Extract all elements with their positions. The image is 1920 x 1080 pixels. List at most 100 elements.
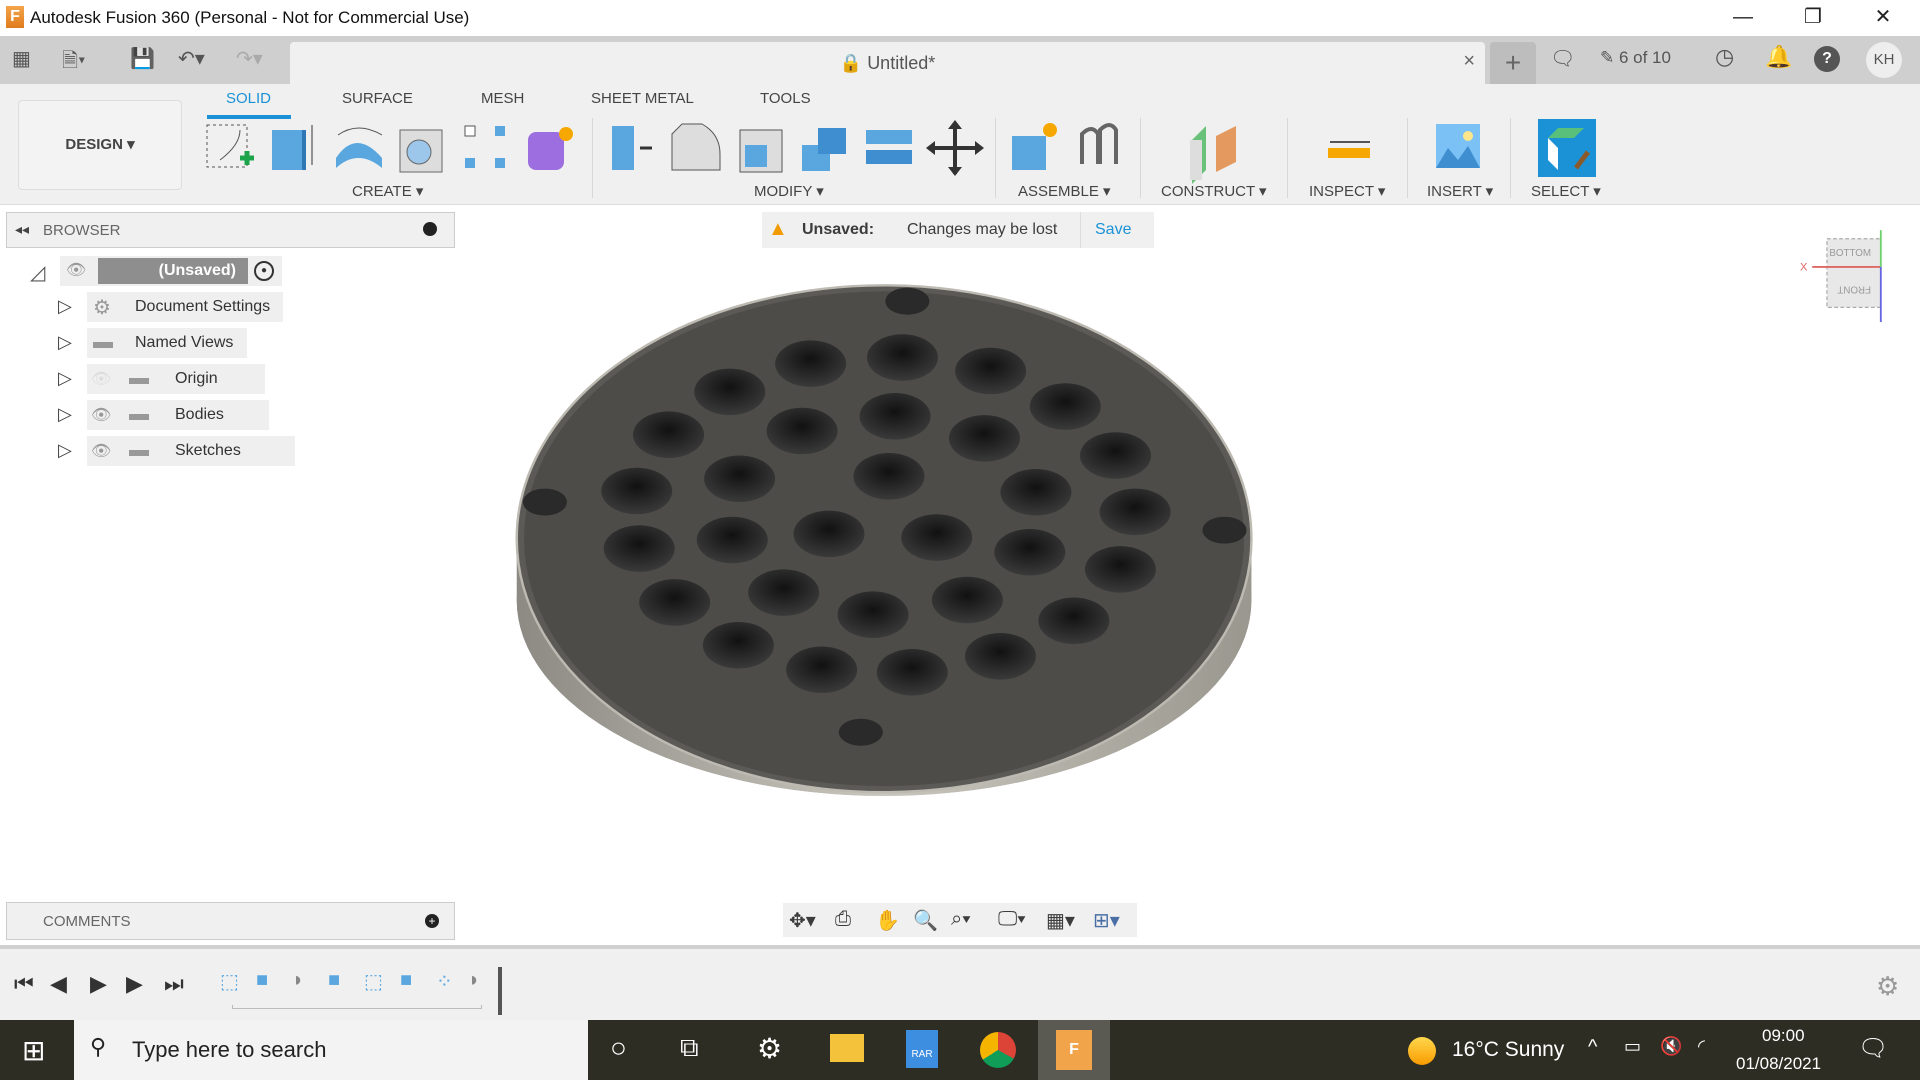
eye-icon[interactable]: 👁 bbox=[91, 441, 111, 461]
browser-item[interactable]: 👁 ▬ Sketches bbox=[87, 436, 295, 466]
create-menu[interactable]: CREATE ▾ bbox=[352, 182, 423, 200]
insert-image-icon[interactable] bbox=[1436, 124, 1480, 168]
pan-icon[interactable]: ✋ bbox=[875, 908, 900, 933]
assemble-menu[interactable]: ASSEMBLE ▾ bbox=[1018, 182, 1111, 200]
play-icon[interactable]: ▶ bbox=[90, 971, 107, 997]
create-form-icon[interactable] bbox=[528, 127, 573, 170]
revolve-icon[interactable] bbox=[336, 127, 383, 168]
viewports-icon[interactable]: ⊞▾ bbox=[1093, 908, 1120, 933]
winrar-icon[interactable]: RAR bbox=[906, 1030, 938, 1068]
orbit-icon[interactable]: ✥▾ bbox=[789, 908, 816, 933]
offset-face-icon[interactable] bbox=[866, 130, 912, 164]
fusion-taskbar-item[interactable]: F bbox=[1038, 1020, 1110, 1080]
comments-panel[interactable]: COMMENTS + bbox=[6, 902, 455, 940]
minimize-panel-icon[interactable] bbox=[423, 222, 437, 236]
combine-icon[interactable] bbox=[802, 128, 846, 171]
sketch-feature-icon[interactable]: ⬚ bbox=[220, 969, 239, 994]
shell-icon[interactable] bbox=[739, 129, 783, 173]
expand-icon[interactable]: ▷ bbox=[58, 440, 72, 461]
x-axis-label: X bbox=[1800, 262, 1808, 274]
expand-icon[interactable]: ▷ bbox=[58, 332, 72, 353]
gear-icon: ⚙ bbox=[93, 297, 111, 319]
fillet-feature-icon[interactable]: ◗ bbox=[468, 969, 480, 992]
collapse-browser-icon[interactable]: ◂◂ bbox=[15, 221, 29, 238]
construct-menu[interactable]: CONSTRUCT ▾ bbox=[1161, 182, 1267, 200]
pattern-feature-icon[interactable]: ⁘ bbox=[436, 969, 453, 994]
joint-icon[interactable] bbox=[1080, 123, 1118, 164]
add-comment-icon[interactable]: + bbox=[425, 914, 439, 928]
settings-icon[interactable]: ⚙ bbox=[757, 1032, 782, 1065]
extrude-feature-icon[interactable]: ■ bbox=[400, 969, 412, 992]
eye-icon[interactable]: 👁 bbox=[66, 260, 86, 280]
extrude-feature-icon[interactable]: ■ bbox=[328, 969, 340, 992]
browser-title: BROWSER bbox=[43, 222, 121, 239]
mounting-notch bbox=[522, 488, 567, 516]
hole-icon[interactable] bbox=[399, 129, 443, 173]
extrude-icon[interactable] bbox=[272, 125, 313, 170]
step-forward-icon[interactable]: ▶ bbox=[126, 971, 143, 997]
browser-item[interactable]: ▬ Named Views bbox=[87, 328, 247, 358]
expand-icon[interactable]: ▷ bbox=[58, 404, 72, 425]
cortana-icon[interactable]: ○ bbox=[610, 1032, 627, 1064]
zoom-icon[interactable]: 🔍 bbox=[913, 908, 938, 933]
clock-date[interactable]: 01/08/2021 bbox=[1736, 1054, 1821, 1074]
browser-item[interactable]: 👁 ▬ Origin bbox=[87, 364, 265, 394]
battery-icon[interactable]: ▭ bbox=[1624, 1036, 1641, 1057]
volume-muted-icon[interactable]: 🔇 bbox=[1660, 1036, 1682, 1057]
rectangular-pattern-icon[interactable] bbox=[464, 125, 505, 168]
select-icon[interactable] bbox=[1538, 119, 1596, 177]
task-view-icon[interactable]: ⧉ bbox=[680, 1032, 699, 1064]
activate-radio-icon[interactable]: ● bbox=[254, 261, 274, 281]
go-to-end-icon[interactable]: ⏭ bbox=[164, 971, 184, 997]
browser-item-label: Document Settings bbox=[135, 298, 271, 315]
fit-icon[interactable]: ⌕▾ bbox=[951, 908, 971, 931]
show-hidden-icons[interactable]: ^ bbox=[1588, 1036, 1597, 1059]
action-center-icon[interactable]: 🗨 bbox=[1858, 1034, 1888, 1063]
browser-root-item[interactable]: 👁 (Unsaved) ● bbox=[60, 256, 282, 286]
viewcube-front-label: FRONT bbox=[1837, 284, 1871, 295]
viewcube-bottom-label: BOTTOM bbox=[1829, 248, 1871, 259]
browser-item[interactable]: ⚙ Document Settings bbox=[87, 292, 283, 322]
measure-icon[interactable] bbox=[1328, 141, 1370, 158]
navigation-toolbar: ✥▾ ⎙ ✋ 🔍 ⌕▾ 🖵▾ ▦▾ ⊞▾ bbox=[783, 903, 1137, 937]
eye-hidden-icon[interactable]: 👁 bbox=[91, 369, 111, 389]
sketch-feature-icon[interactable]: ⬚ bbox=[364, 969, 383, 994]
expand-icon[interactable]: ▷ bbox=[58, 368, 72, 389]
display-settings-icon[interactable]: 🖵▾ bbox=[998, 908, 1026, 931]
select-menu[interactable]: SELECT ▾ bbox=[1531, 182, 1601, 200]
timeline-marker[interactable] bbox=[498, 967, 502, 1015]
insert-menu[interactable]: INSERT ▾ bbox=[1427, 182, 1493, 200]
chrome-icon[interactable] bbox=[980, 1032, 1016, 1068]
clock-time[interactable]: 09:00 bbox=[1762, 1026, 1805, 1046]
new-component-icon[interactable] bbox=[1012, 123, 1057, 170]
go-to-start-icon[interactable]: ⏮ bbox=[14, 971, 34, 997]
step-back-icon[interactable]: ◀ bbox=[50, 971, 67, 997]
extrude-feature-icon[interactable]: ■ bbox=[256, 969, 268, 992]
wifi-icon[interactable]: ◜ bbox=[1698, 1036, 1705, 1057]
grid-settings-icon[interactable]: ▦▾ bbox=[1046, 908, 1075, 933]
hole bbox=[1029, 383, 1101, 430]
windows-start-icon[interactable]: ⊞ bbox=[22, 1034, 45, 1067]
look-at-icon[interactable]: ⎙ bbox=[835, 908, 851, 931]
timeline-settings-icon[interactable]: ⚙ bbox=[1876, 971, 1899, 1002]
weather-text[interactable]: 16°C Sunny bbox=[1452, 1038, 1564, 1062]
fillet-feature-icon[interactable]: ◗ bbox=[292, 969, 304, 992]
taskbar-search-box[interactable]: ⚲ Type here to search bbox=[74, 1020, 588, 1080]
construct-plane-icon[interactable] bbox=[1190, 126, 1236, 184]
viewcube[interactable]: BOTTOM FRONT X bbox=[1800, 230, 1882, 323]
eye-icon[interactable]: 👁 bbox=[91, 405, 111, 425]
browser-panel-header[interactable]: ◂◂ BROWSER bbox=[6, 212, 455, 248]
timeline-features[interactable]: ⬚ ■ ◗ ■ ⬚ ■ ⁘ ◗ bbox=[220, 969, 490, 999]
expand-icon[interactable]: ▷ bbox=[58, 296, 72, 317]
move-icon[interactable] bbox=[926, 120, 984, 176]
unsaved-notice: ▲ Unsaved: Changes may be lost Save bbox=[762, 212, 1154, 248]
modify-menu[interactable]: MODIFY ▾ bbox=[754, 182, 824, 200]
file-explorer-icon[interactable] bbox=[830, 1034, 864, 1062]
create-sketch-icon[interactable] bbox=[206, 124, 254, 168]
browser-item[interactable]: 👁 ▬ Bodies bbox=[87, 400, 269, 430]
inspect-menu[interactable]: INSPECT ▾ bbox=[1309, 182, 1385, 200]
press-pull-icon[interactable] bbox=[612, 126, 652, 170]
fillet-icon[interactable] bbox=[671, 123, 721, 171]
collapse-root-icon[interactable]: ◿ bbox=[30, 260, 45, 285]
save-button[interactable]: Save bbox=[1080, 212, 1145, 248]
